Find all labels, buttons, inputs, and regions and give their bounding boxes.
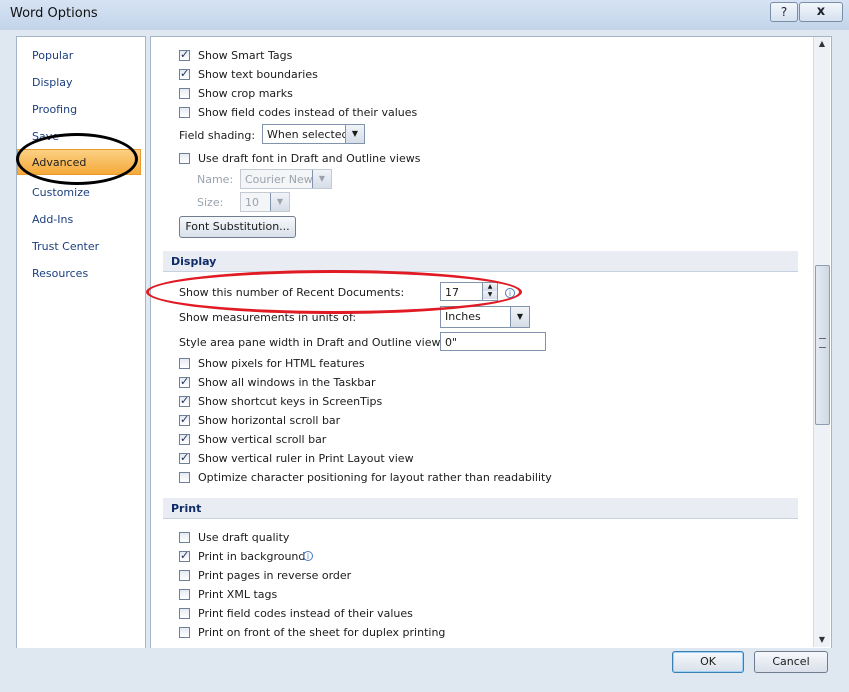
pixels-html-checkbox[interactable] [179,358,190,369]
nav-display[interactable]: Display [32,76,73,89]
draft-font-checkbox[interactable] [179,153,190,164]
shortcut-keys-checkbox[interactable] [179,394,190,407]
style-area-label: Style area pane width in Draft and Outli… [179,336,450,349]
size-label: Size: [197,196,224,209]
pixels-html-label: Show pixels for HTML features [198,357,365,370]
display-section-header: Display [163,251,798,272]
nav-trust-center[interactable]: Trust Center [32,240,99,253]
duplex-checkbox[interactable] [179,627,190,638]
hscroll-checkbox[interactable] [179,413,190,426]
title-bar: Word Options ? x [0,0,849,30]
hscroll-label: Show horizontal scroll bar [198,414,341,427]
smart-tags-label: Show Smart Tags [198,49,293,62]
draft-quality-label: Use draft quality [198,531,290,544]
draft-font-size-value: 10 [245,196,259,209]
font-substitution-button[interactable]: Font Substitution... [179,216,296,238]
crop-marks-checkbox[interactable] [179,88,190,99]
text-boundaries-checkbox[interactable] [179,67,190,80]
all-windows-label: Show all windows in the Taskbar [198,376,376,389]
scroll-down-icon[interactable]: ▼ [814,633,830,647]
nav-resources[interactable]: Resources [32,267,88,280]
measure-units-select[interactable]: Inches ▼ [440,306,530,328]
draft-font-name-value: Courier New [245,173,313,186]
shortcut-keys-label: Show shortcut keys in ScreenTips [198,395,383,408]
window-title: Word Options [10,6,98,21]
reverse-order-checkbox[interactable] [179,570,190,581]
scroll-thumb[interactable] [815,265,830,425]
draft-quality-checkbox[interactable] [179,532,190,543]
nav-popular[interactable]: Popular [32,49,73,62]
chevron-down-icon: ▼ [345,125,364,143]
field-shading-value: When selected [267,128,349,141]
field-shading-select[interactable]: When selected ▼ [262,124,365,144]
all-windows-checkbox[interactable] [179,375,190,388]
print-header: Print [171,502,202,515]
chevron-down-icon: ▼ [270,193,289,211]
field-shading-label: Field shading: [179,129,256,142]
print-field-codes-label: Print field codes instead of their value… [198,607,413,620]
draft-font-label: Use draft font in Draft and Outline view… [198,152,421,165]
measure-units-value: Inches [445,310,481,323]
grip-icon [819,338,826,348]
optimize-label: Optimize character positioning for layou… [198,471,552,484]
print-section-header: Print [163,498,798,519]
vertical-scrollbar[interactable]: ▲ ▼ [813,37,830,647]
options-nav: Popular Display Proofing Save Advanced C… [16,36,146,650]
highlight-circle [16,133,138,185]
nav-proofing[interactable]: Proofing [32,103,77,116]
nav-add-ins[interactable]: Add-Ins [32,213,73,226]
print-background-label: Print in background [198,550,306,563]
vscroll-checkbox[interactable] [179,432,190,445]
name-label: Name: [197,173,234,186]
draft-font-size-select[interactable]: 10 ▼ [240,192,290,212]
nav-customize[interactable]: Customize [32,186,90,199]
draft-font-name-select[interactable]: Courier New ▼ [240,169,332,189]
vruler-label: Show vertical ruler in Print Layout view [198,452,414,465]
close-button[interactable]: x [799,2,843,22]
scroll-up-icon[interactable]: ▲ [814,37,830,51]
optimize-checkbox[interactable] [179,472,190,483]
ok-button[interactable]: OK [672,651,744,673]
field-codes-label: Show field codes instead of their values [198,106,418,119]
vruler-checkbox[interactable] [179,451,190,464]
print-background-checkbox[interactable] [179,549,190,562]
chevron-down-icon: ▼ [312,170,331,188]
display-header: Display [171,255,217,268]
smart-tags-checkbox[interactable] [179,48,190,61]
text-boundaries-label: Show text boundaries [198,68,318,81]
crop-marks-label: Show crop marks [198,87,293,100]
field-codes-checkbox[interactable] [179,107,190,118]
reverse-order-label: Print pages in reverse order [198,569,352,582]
xml-tags-label: Print XML tags [198,588,278,601]
style-area-input[interactable]: 0" [440,332,546,351]
cancel-button[interactable]: Cancel [754,651,828,673]
xml-tags-checkbox[interactable] [179,589,190,600]
print-field-codes-checkbox[interactable] [179,608,190,619]
info-icon: i [303,551,313,561]
vscroll-label: Show vertical scroll bar [198,433,327,446]
duplex-label: Print on front of the sheet for duplex p… [198,626,446,639]
chevron-down-icon: ▼ [510,307,529,327]
highlight-ellipse [146,270,522,314]
help-button[interactable]: ? [770,2,798,22]
style-area-value: 0" [445,336,458,349]
